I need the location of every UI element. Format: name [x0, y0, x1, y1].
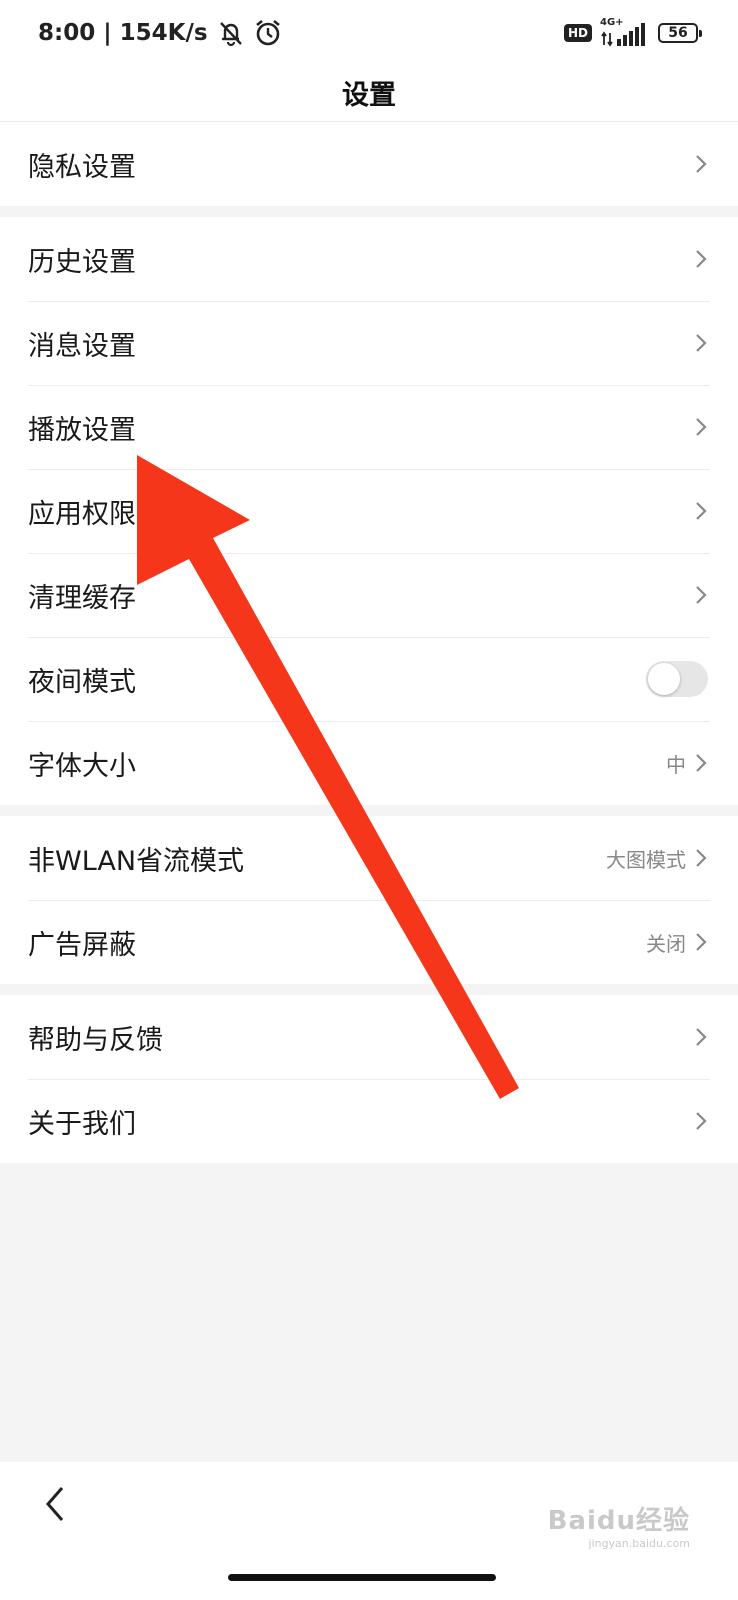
mute-icon [216, 18, 246, 48]
settings-item-playback[interactable]: 播放设置 [0, 385, 738, 469]
settings-item-label: 字体大小 [28, 750, 136, 782]
settings-item-label: 播放设置 [28, 414, 136, 446]
settings-item-label: 消息设置 [28, 330, 136, 362]
settings-item-right: 中 [666, 721, 708, 805]
settings-item-history[interactable]: 历史设置 [0, 217, 738, 301]
home-indicator[interactable] [228, 1574, 496, 1581]
settings-item-label: 非WLAN省流模式 [28, 845, 245, 877]
settings-item-messages[interactable]: 消息设置 [0, 301, 738, 385]
chevron-right-icon [696, 1028, 707, 1046]
settings-group-privacy: 隐私设置 [0, 122, 738, 206]
bottom-bar: Baidu经验 jingyan.baidu.com [0, 1462, 738, 1600]
settings-item-right [694, 469, 708, 553]
settings-item-right: 关闭 [646, 900, 708, 984]
settings-item-right [694, 122, 708, 206]
battery-level: 56 [668, 25, 688, 41]
settings-item-clear-cache[interactable]: 清理缓存 [0, 553, 738, 637]
settings-item-right [694, 553, 708, 637]
status-bar: 8:00 | 154K/s HD 4G+ 56 [0, 0, 738, 64]
settings-item-font-size[interactable]: 字体大小 中 [0, 721, 738, 805]
chevron-right-icon [696, 754, 707, 772]
settings-item-right [694, 995, 708, 1079]
settings-item-ad-block[interactable]: 广告屏蔽 关闭 [0, 900, 738, 984]
watermark-url: jingyan.baidu.com [588, 1537, 690, 1550]
settings-item-label: 应用权限 [28, 498, 136, 530]
settings-item-right [694, 385, 708, 469]
settings-item-right [694, 1079, 708, 1163]
settings-item-permissions[interactable]: 应用权限 [0, 469, 738, 553]
settings-item-value: 关闭 [646, 931, 686, 956]
settings-item-value: 中 [666, 752, 686, 777]
status-right: HD 4G+ 56 [563, 17, 702, 48]
night-mode-toggle[interactable] [646, 661, 708, 697]
watermark: Baidu经验 jingyan.baidu.com [548, 1500, 690, 1550]
chevron-right-icon [696, 586, 707, 604]
back-button[interactable] [36, 1482, 76, 1526]
header: 设置 [0, 64, 738, 122]
settings-item-right [646, 637, 708, 721]
chevron-right-icon [696, 933, 707, 951]
settings-item-label: 夜间模式 [28, 666, 136, 698]
settings-item-right: 大图模式 [606, 816, 708, 900]
settings-item-privacy[interactable]: 隐私设置 [0, 122, 738, 206]
chevron-right-icon [696, 1112, 707, 1130]
settings-item-right [694, 217, 708, 301]
hd-badge: HD [563, 24, 592, 42]
status-time-speed: 8:00 | 154K/s [38, 20, 208, 46]
chevron-right-icon [696, 155, 707, 173]
settings-item-label: 关于我们 [28, 1108, 136, 1140]
settings-item-right [694, 301, 708, 385]
settings-item-label: 隐私设置 [28, 151, 136, 183]
settings-group-data: 非WLAN省流模式 大图模式 广告屏蔽 关闭 [0, 816, 738, 984]
settings-item-help-feedback[interactable]: 帮助与反馈 [0, 995, 738, 1079]
settings-item-about-us[interactable]: 关于我们 [0, 1079, 738, 1163]
settings-item-label: 广告屏蔽 [28, 929, 136, 961]
chevron-right-icon [696, 334, 707, 352]
page-title: 设置 [342, 80, 396, 111]
signal-icon: 4G+ [600, 17, 650, 47]
network-type-label: 4G+ [600, 17, 624, 28]
settings-item-night-mode: 夜间模式 [0, 637, 738, 721]
settings-item-label: 帮助与反馈 [28, 1024, 163, 1056]
status-left: 8:00 | 154K/s [38, 16, 282, 50]
settings-item-data-saver[interactable]: 非WLAN省流模式 大图模式 [0, 816, 738, 900]
settings-group-about: 帮助与反馈 关于我们 [0, 995, 738, 1163]
chevron-right-icon [696, 418, 707, 436]
settings-group-general: 历史设置 消息设置 播放设置 应用权限 清理缓存 夜间模式 字体大小 中 [0, 217, 738, 805]
watermark-logo: Baidu经验 [547, 1506, 690, 1536]
alarm-icon [254, 18, 282, 48]
chevron-right-icon [696, 849, 707, 867]
battery-icon: 56 [658, 23, 702, 43]
chevron-right-icon [696, 502, 707, 520]
toggle-knob [648, 663, 680, 695]
chevron-right-icon [696, 250, 707, 268]
settings-item-label: 历史设置 [28, 246, 136, 278]
chevron-left-icon [46, 1487, 64, 1521]
settings-item-value: 大图模式 [606, 847, 686, 872]
settings-item-label: 清理缓存 [28, 582, 136, 614]
